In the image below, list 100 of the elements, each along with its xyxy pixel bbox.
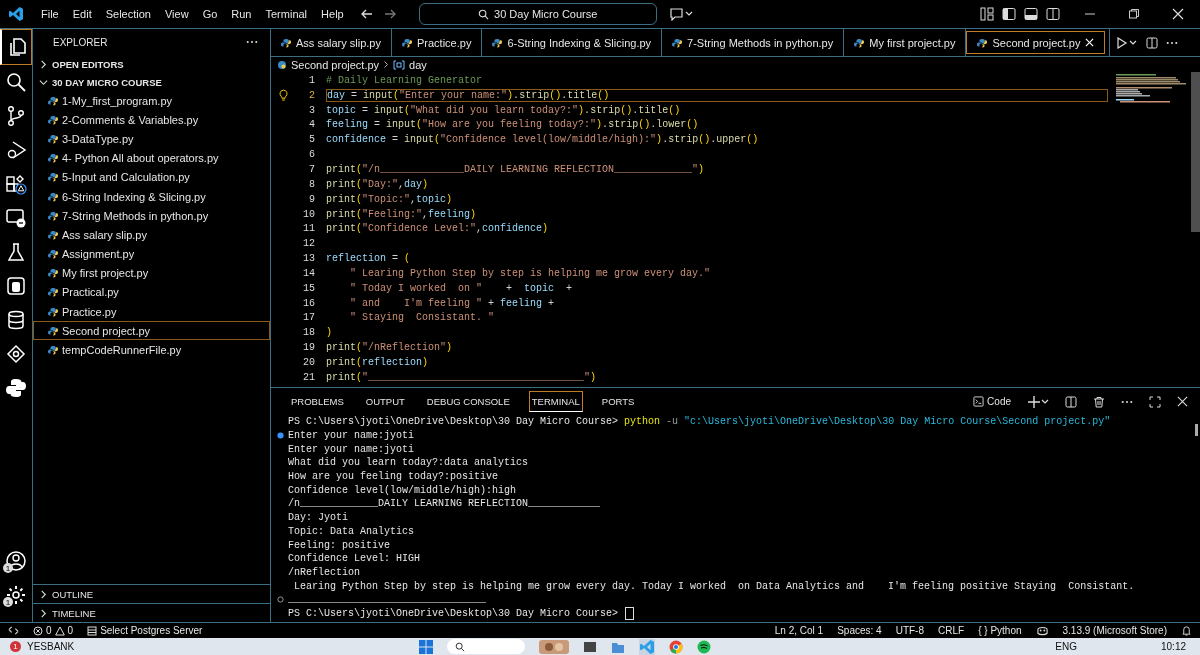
explorer-entry[interactable]: tempCodeRunnerFile.py — [33, 340, 270, 360]
clock[interactable]: 10:12 — [1161, 641, 1186, 652]
line-number: 5 — [308, 134, 315, 146]
explorer-entry[interactable]: 1-My_first_program.py — [33, 91, 270, 111]
line-ending-status[interactable]: CRLF — [938, 625, 965, 636]
encoding-status[interactable]: UTF-8 — [895, 625, 924, 636]
line-number: 2 — [308, 89, 315, 101]
line-number: 16 — [302, 297, 315, 309]
explorer-entry[interactable]: 7-String Methods in python.py — [33, 206, 270, 226]
panel-tab[interactable]: TERMINAL — [528, 391, 583, 412]
line-number: 21 — [302, 371, 315, 383]
explorer-entry[interactable]: 4- Python All about operators.py — [33, 148, 270, 168]
terminal-line: Enter your name:jyoti — [288, 430, 415, 442]
code-line: " Learing Python Step by step is helping me grow every day." — [349, 267, 711, 279]
menu-item[interactable]: File — [34, 8, 66, 20]
code-line: # Daily Learning Generator — [326, 74, 483, 86]
code-line: print("Topic:",topic) — [326, 193, 453, 205]
terminal-line: Learing Python Step by step is helping me grow every day. Today I worked on Data Analytics and I'm feeling positive Staying Consistant. — [293, 580, 1135, 592]
breadcrumb-item[interactable]: day — [393, 58, 427, 71]
menu-item[interactable]: Run — [224, 8, 259, 20]
line-number: 3 — [308, 104, 315, 116]
cursor-position[interactable]: Ln 2, Col 1 — [774, 625, 824, 636]
line-number: 15 — [302, 282, 315, 294]
line-number: 11 — [302, 223, 315, 235]
explorer-entry[interactable]: 3-DataType.py — [33, 129, 270, 149]
notification-badge: 1 — [10, 641, 21, 652]
menu-item[interactable]: Edit — [65, 8, 99, 20]
code-line: " and I'm feeling " + feeling + — [349, 297, 555, 309]
code-line: print("Feeling:",feeling) — [326, 208, 477, 220]
terminal-line: Confidence Level: HIGH — [288, 553, 421, 565]
terminal-line: Topic: Data Analytics — [288, 525, 415, 537]
explorer-entry[interactable]: Assignment.py — [33, 244, 270, 264]
code-line: print("/n______________DAILY LEARNING REFLECTION_____________") — [326, 164, 705, 175]
explorer-entry[interactable]: Practical.py — [33, 282, 270, 303]
panel-tab[interactable]: DEBUG CONSOLE — [423, 391, 513, 412]
section-header[interactable]: OPEN EDITORS — [33, 55, 270, 73]
breadcrumb-item[interactable]: Second project.py — [277, 58, 380, 71]
editor-tab[interactable]: Ass salary slip.py — [271, 29, 392, 56]
terminal-line: /nReflection — [288, 566, 360, 578]
explorer-entry[interactable]: Ass salary slip.py — [33, 225, 270, 245]
terminal-line: _________________________________ — [288, 594, 487, 606]
explorer-entry[interactable]: 5-Input and Calculation.py — [33, 167, 270, 187]
section-header[interactable]: TIMELINE — [33, 603, 270, 622]
terminal-line: Day: Jyoti — [288, 512, 348, 524]
terminal-line: What did you learn today?:data analytics — [288, 457, 529, 469]
menu-item[interactable]: Selection — [98, 8, 158, 20]
line-number: 4 — [308, 119, 315, 131]
line-number: 20 — [302, 356, 315, 368]
code-line: reflection = ( — [326, 253, 411, 265]
code-line: print("Confidence Level:",confidence) — [326, 223, 549, 235]
menu-item[interactable]: Help — [314, 8, 351, 20]
input-language[interactable]: ENG — [1055, 641, 1077, 652]
code-line: confidence = input("Confidence level(low/middle/high):").strip().upper() — [326, 134, 759, 146]
terminal-line: Confidence level(low/middle/high):high — [288, 484, 517, 496]
terminal-selector[interactable]: Code — [973, 396, 1011, 407]
explorer-entry[interactable]: 2-Comments & Variables.py — [33, 110, 270, 130]
editor-tab[interactable]: Second project.py — [966, 31, 1106, 54]
panel-tab[interactable]: PORTS — [598, 391, 638, 412]
sidebar-title: EXPLORER — [53, 36, 108, 48]
line-number: 12 — [302, 238, 315, 250]
command-search-field[interactable]: 30 Day Micro Course — [418, 3, 657, 25]
code-line: topic = input("What did you learn today?:").strip().title() — [326, 104, 681, 116]
code-line: ) — [326, 327, 332, 339]
terminal-line: Enter your name:jyoti — [288, 443, 415, 455]
explorer-entry[interactable]: Second project.py — [33, 321, 270, 341]
section-header[interactable]: OUTLINE — [33, 584, 270, 603]
line-number: 17 — [302, 312, 315, 324]
code-line: print("Day:",day) — [326, 178, 429, 190]
editor-tab[interactable]: Practice.py — [392, 29, 483, 56]
line-number: 14 — [302, 267, 315, 279]
terminal-line: How are you feeling today?:positive — [288, 471, 499, 483]
menu-item[interactable]: Go — [195, 8, 225, 20]
editor-tab[interactable]: My first project.py — [844, 29, 967, 56]
line-number: 18 — [302, 327, 315, 339]
panel-tab[interactable]: PROBLEMS — [288, 391, 347, 412]
line-number: 9 — [308, 193, 315, 205]
problems-status[interactable]: 0 0 — [33, 625, 74, 636]
explorer-entry[interactable]: Practice.py — [33, 302, 270, 322]
code-line: print("____________________________________") — [326, 371, 597, 383]
postgres-status[interactable]: Select Postgres Server — [87, 625, 203, 636]
code-line: print(reflection) — [326, 356, 429, 368]
menu-item[interactable]: View — [157, 8, 196, 20]
language-status[interactable]: { } Python — [978, 625, 1022, 636]
editor-tab[interactable]: 7-String Methods in python.py — [662, 29, 845, 56]
terminal-line: Feeling: positive — [288, 539, 391, 551]
line-number: 1 — [308, 74, 315, 86]
explorer-entry[interactable]: My first project.py — [33, 263, 270, 283]
indentation-status[interactable]: Spaces: 4 — [837, 625, 882, 636]
editor-tab[interactable]: 6-String Indexing & Slicing.py — [482, 29, 663, 56]
terminal-line: PS C:\Users\jyoti\OneDrive\Desktop\30 Day Micro Course> python -u "c:\Users\jyoti\OneDrive\Desktop\30 Day Micro Course\Second project.py" — [288, 416, 1111, 428]
line-number: 8 — [308, 178, 315, 190]
stock-widget[interactable]: YESBANK — [27, 641, 75, 652]
interpreter-status[interactable]: 3.13.9 (Microsoft Store) — [1062, 625, 1167, 636]
line-number: 13 — [302, 253, 315, 265]
code-line: " Today I worked on " + topic + — [349, 282, 573, 294]
panel-tab[interactable]: OUTPUT — [362, 391, 408, 412]
menu-item[interactable]: Terminal — [258, 8, 315, 20]
section-header[interactable]: 30 DAY MICRO COURSE — [33, 73, 270, 91]
code-line: " Staying Consistant. " — [349, 312, 495, 324]
explorer-entry[interactable]: 6-String Indexing & Slicing.py — [33, 186, 270, 207]
